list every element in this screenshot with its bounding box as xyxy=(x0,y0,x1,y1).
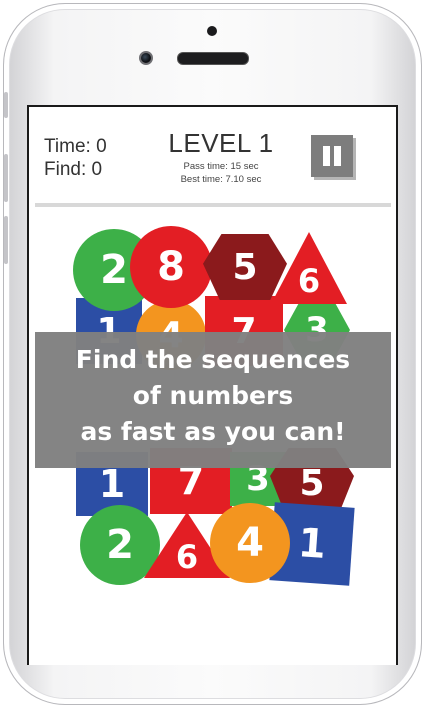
tile-number: 6 xyxy=(297,262,321,300)
tile-number: 2 xyxy=(100,247,128,293)
tile-number: 5 xyxy=(232,246,258,288)
find-counter: Find: 0 xyxy=(44,159,103,180)
pass-time: Pass time: 15 sec xyxy=(183,161,259,172)
stats-panel: Time: 0 Find: 0 xyxy=(44,135,107,181)
pause-icon-bar xyxy=(334,146,341,166)
level-title: LEVEL 1 xyxy=(168,128,274,158)
tile-number: 5 xyxy=(299,462,325,504)
instruction-line: of numbers xyxy=(132,381,294,410)
tile-number: 8 xyxy=(157,244,185,290)
earpiece-speaker xyxy=(177,52,249,65)
tile-number: 4 xyxy=(236,520,264,566)
tile-number: 1 xyxy=(98,462,126,506)
instruction-line: as fast as you can! xyxy=(80,417,346,446)
time-counter: Time: 0 xyxy=(44,136,107,157)
tile-number: 2 xyxy=(106,522,134,568)
header-divider xyxy=(35,203,391,207)
tile-circle-red[interactable]: 8 xyxy=(130,226,212,308)
tile-number: 1 xyxy=(296,520,328,568)
best-time: Best time: 7.10 sec xyxy=(180,174,262,185)
tile-number: 6 xyxy=(175,538,199,576)
mute-switch xyxy=(4,92,8,118)
pause-icon xyxy=(323,146,330,166)
tile-hexagon-dark-red[interactable]: 5 xyxy=(203,234,287,300)
proximity-sensor xyxy=(207,26,217,36)
volume-down-button xyxy=(4,216,8,264)
instructions-overlay: Find the sequences of numbers as fast as… xyxy=(35,332,391,468)
volume-up-button xyxy=(4,154,8,202)
pause-button[interactable] xyxy=(311,135,353,177)
tile-circle-orange[interactable]: 4 xyxy=(210,503,290,583)
front-camera xyxy=(139,51,153,65)
time-info: Pass time: 15 sec Best time: 7.10 sec xyxy=(166,160,276,186)
instruction-line: Find the sequences xyxy=(75,345,351,374)
